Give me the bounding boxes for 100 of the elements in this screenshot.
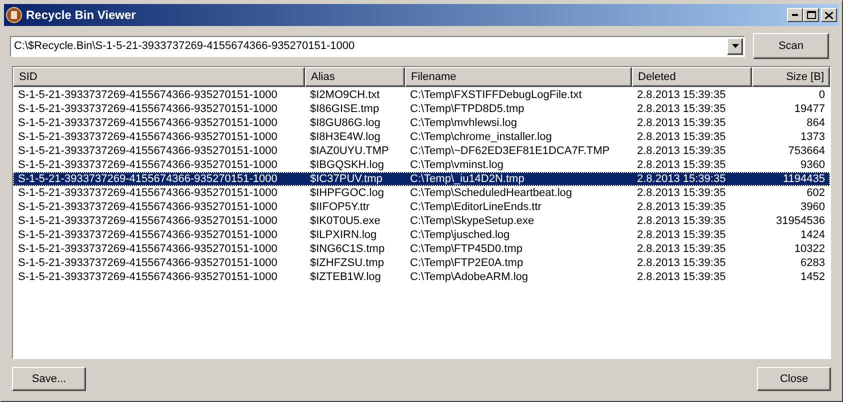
table-cell-text: S-1-5-21-3933737269-4155674366-935270151-1000 — [17, 242, 278, 256]
table-cell-text: S-1-5-21-3933737269-4155674366-935270151-1000 — [17, 186, 278, 200]
table-cell-text: $IAZ0UYU.TMP — [309, 144, 390, 158]
list-row[interactable]: S-1-5-21-3933737269-4155674366-935270151-1000 $I2MO9CH.txt C:\Temp\FXSTIFFDebugLogFile.txt 2.8.2013 15:39:35 0 — [13, 88, 830, 102]
table-cell-text: 602 — [806, 186, 826, 200]
table-cell-text: 1424 — [800, 228, 826, 242]
table-cell-text: $IK0T0U5.exe — [309, 214, 382, 228]
table-cell-text: $ILPXIRN.log — [309, 228, 378, 242]
table-cell-text: 31954536 — [775, 214, 826, 228]
table-cell-text: S-1-5-21-3933737269-4155674366-935270151-1000 — [17, 256, 278, 270]
list-row[interactable]: S-1-5-21-3933737269-4155674366-935270151-1000 $IZTEB1W.log C:\Temp\AdobeARM.log 2.8.2013 15:39:35 1452 — [13, 270, 830, 284]
table-cell-text: $IC37PUV.tmp — [309, 172, 384, 186]
list-row[interactable]: S-1-5-21-3933737269-4155674366-935270151-1000 $I86GISE.tmp C:\Temp\FTPD8D5.tmp 2.8.2013 15:39:35 19477 — [13, 102, 830, 116]
table-cell-text: C:\Temp\~DF62ED3EF81E1DCA7F.TMP — [409, 144, 611, 158]
table-cell-text: 2.8.2013 15:39:35 — [636, 88, 727, 102]
table-cell-text: $IZHFZSU.tmp — [309, 256, 385, 270]
table-cell-text: 2.8.2013 15:39:35 — [636, 200, 727, 214]
table-cell-text: 1194435 — [782, 172, 826, 186]
table-cell-text: C:\Temp\FTP45D0.tmp — [409, 242, 524, 256]
table-cell-text: 2.8.2013 15:39:35 — [636, 172, 727, 186]
list-row[interactable]: S-1-5-21-3933737269-4155674366-935270151-1000 $IAZ0UYU.TMP C:\Temp\~DF62ED3EF81E1DCA7F.TMP 2.8.2013 15:39:35 753664 — [13, 144, 830, 158]
table-cell-text: S-1-5-21-3933737269-4155674366-935270151-1000 — [17, 130, 278, 144]
table-cell-text: S-1-5-21-3933737269-4155674366-935270151-1000 — [17, 228, 278, 242]
table-cell-text: $IZTEB1W.log — [309, 270, 382, 284]
column-header[interactable]: Alias — [305, 67, 405, 87]
table-cell-text: S-1-5-21-3933737269-4155674366-935270151-1000 — [17, 172, 278, 186]
table-cell-text: S-1-5-21-3933737269-4155674366-935270151-1000 — [17, 88, 278, 102]
table-cell-text: C:\Temp\mvhlewsi.log — [409, 116, 518, 130]
table-cell-text: 6283 — [800, 256, 826, 270]
table-cell-text: C:\Temp\FTPD8D5.tmp — [409, 102, 526, 116]
table-cell-text: 753664 — [787, 144, 826, 158]
table-cell-text: 2.8.2013 15:39:35 — [636, 214, 727, 228]
table-cell-text: 2.8.2013 15:39:35 — [636, 186, 727, 200]
path-combo-box[interactable]: C:\$Recycle.Bin\S-1-5-21-3933737269-4155674366-935270151-1000 — [10, 36, 745, 56]
close-icon — [825, 12, 833, 18]
table-cell-text: C:\Temp\SkypeSetup.exe — [409, 214, 536, 228]
table-cell-text: S-1-5-21-3933737269-4155674366-935270151-1000 — [17, 158, 278, 172]
list-row[interactable]: S-1-5-21-3933737269-4155674366-935270151-1000 $I8H3E4W.log C:\Temp\chrome_installer.log 2.8.2013 15:39:35 1373 — [13, 130, 830, 144]
table-cell-text: 2.8.2013 15:39:35 — [636, 144, 727, 158]
table-cell-text: 2.8.2013 15:39:35 — [636, 102, 727, 116]
table-cell-text: 9360 — [800, 158, 826, 172]
table-cell-text: C:\Temp\chrome_installer.log — [409, 130, 553, 144]
caret-icon — [732, 44, 738, 48]
table-cell-text: $IBGQSKH.log — [309, 158, 385, 172]
table-cell-text: C:\Temp\AdobeARM.log — [409, 270, 529, 284]
dropdown-button[interactable] — [727, 38, 743, 54]
list-row[interactable]: S-1-5-21-3933737269-4155674366-935270151-1000 $IBGQSKH.log C:\Temp\vminst.log 2.8.2013 15:39:35 9360 — [13, 158, 830, 172]
list-row[interactable]: S-1-5-21-3933737269-4155674366-935270151-1000 $IHPFGOC.log C:\Temp\ScheduledHeartbeat.log 2.8.2013 15:39:35 602 — [13, 186, 830, 200]
table-cell-text: $IHPFGOC.log — [309, 186, 385, 200]
table-cell-text: C:\Temp\EditorLineEnds.ttr — [409, 200, 542, 214]
table-cell-text: S-1-5-21-3933737269-4155674366-935270151-1000 — [17, 270, 278, 284]
table-cell-text: 2.8.2013 15:39:35 — [636, 130, 727, 144]
list-row[interactable]: S-1-5-21-3933737269-4155674366-935270151-1000 $IC37PUV.tmp C:\Temp\_iu14D2N.tmp 2.8.2013 15:39:35 1194435 — [13, 172, 830, 186]
close-window-button[interactable]: Close — [757, 367, 831, 391]
column-header[interactable]: Deleted — [632, 67, 752, 87]
table-cell-text: C:\Temp\vminst.log — [409, 158, 505, 172]
window-title: Recycle Bin Viewer — [26, 7, 136, 24]
table-cell-text: 1373 — [800, 130, 826, 144]
table-cell-text: 0 — [818, 88, 826, 102]
table-cell-text: 2.8.2013 15:39:35 — [636, 256, 727, 270]
column-header[interactable]: Size [B] — [752, 67, 830, 87]
table-cell-text: C:\Temp\ScheduledHeartbeat.log — [409, 186, 574, 200]
column-header[interactable]: SID — [13, 67, 305, 87]
minimize-button[interactable] — [787, 8, 803, 22]
column-header[interactable]: Filename — [405, 67, 632, 87]
table-cell-text: $IIFOP5Y.ttr — [309, 200, 371, 214]
table-cell-text: $I2MO9CH.txt — [309, 88, 381, 102]
list-row[interactable]: S-1-5-21-3933737269-4155674366-935270151-1000 $IIFOP5Y.ttr C:\Temp\EditorLineEnds.ttr 2.8.2013 15:39:35 3960 — [13, 200, 830, 214]
table-cell-text: C:\Temp\_iu14D2N.tmp — [409, 172, 526, 186]
table-cell-text: S-1-5-21-3933737269-4155674366-935270151-1000 — [17, 144, 278, 158]
table-cell-text: 2.8.2013 15:39:35 — [636, 270, 727, 284]
table-cell-text: $I8H3E4W.log — [309, 130, 382, 144]
table-cell-text: 10322 — [793, 242, 826, 256]
list-row[interactable]: S-1-5-21-3933737269-4155674366-935270151-1000 $I8GU86G.log C:\Temp\mvhlewsi.log 2.8.2013 15:39:35 864 — [13, 116, 830, 130]
table-cell-text: $ING6C1S.tmp — [309, 242, 386, 256]
table-cell-text: 2.8.2013 15:39:35 — [636, 158, 727, 172]
save-button[interactable]: Save... — [12, 367, 86, 391]
table-cell-text: 2.8.2013 15:39:35 — [636, 228, 727, 242]
table-cell-text: 1452 — [800, 270, 826, 284]
table-cell-text: 19477 — [793, 102, 826, 116]
table-cell-text: 3960 — [800, 200, 826, 214]
maximize-icon — [806, 11, 816, 19]
close-button[interactable] — [821, 8, 837, 22]
table-cell-text: 2.8.2013 15:39:35 — [636, 242, 727, 256]
table-cell-text: S-1-5-21-3933737269-4155674366-935270151-1000 — [17, 116, 278, 130]
table-cell-text: C:\Temp\jusched.log — [409, 228, 511, 242]
table-cell-text: C:\Temp\FXSTIFFDebugLogFile.txt — [409, 88, 583, 102]
table-cell-text: 864 — [806, 116, 826, 130]
table-cell-text: C:\Temp\FTP2E0A.tmp — [409, 256, 524, 270]
list-row[interactable]: S-1-5-21-3933737269-4155674366-935270151-1000 $IK0T0U5.exe C:\Temp\SkypeSetup.exe 2.8.2013 15:39:35 31954536 — [13, 214, 830, 228]
minimize-icon — [792, 14, 798, 16]
table-cell-text: S-1-5-21-3933737269-4155674366-935270151-1000 — [17, 214, 278, 228]
list-row[interactable]: S-1-5-21-3933737269-4155674366-935270151-1000 $ING6C1S.tmp C:\Temp\FTP45D0.tmp 2.8.2013 15:39:35 10322 — [13, 242, 830, 256]
scan-button[interactable]: Scan — [753, 33, 829, 59]
path-value: C:\$Recycle.Bin\S-1-5-21-3933737269-4155674366-935270151-1000 — [13, 38, 356, 54]
list-row[interactable]: S-1-5-21-3933737269-4155674366-935270151-1000 $ILPXIRN.log C:\Temp\jusched.log 2.8.2013 15:39:35 1424 — [13, 228, 830, 242]
list-row[interactable]: S-1-5-21-3933737269-4155674366-935270151-1000 $IZHFZSU.tmp C:\Temp\FTP2E0A.tmp 2.8.2013 15:39:35 6283 — [13, 256, 830, 270]
table-cell-text: S-1-5-21-3933737269-4155674366-935270151-1000 — [17, 200, 278, 214]
maximize-button[interactable] — [803, 8, 819, 22]
table-cell-text: $I8GU86G.log — [309, 116, 382, 130]
